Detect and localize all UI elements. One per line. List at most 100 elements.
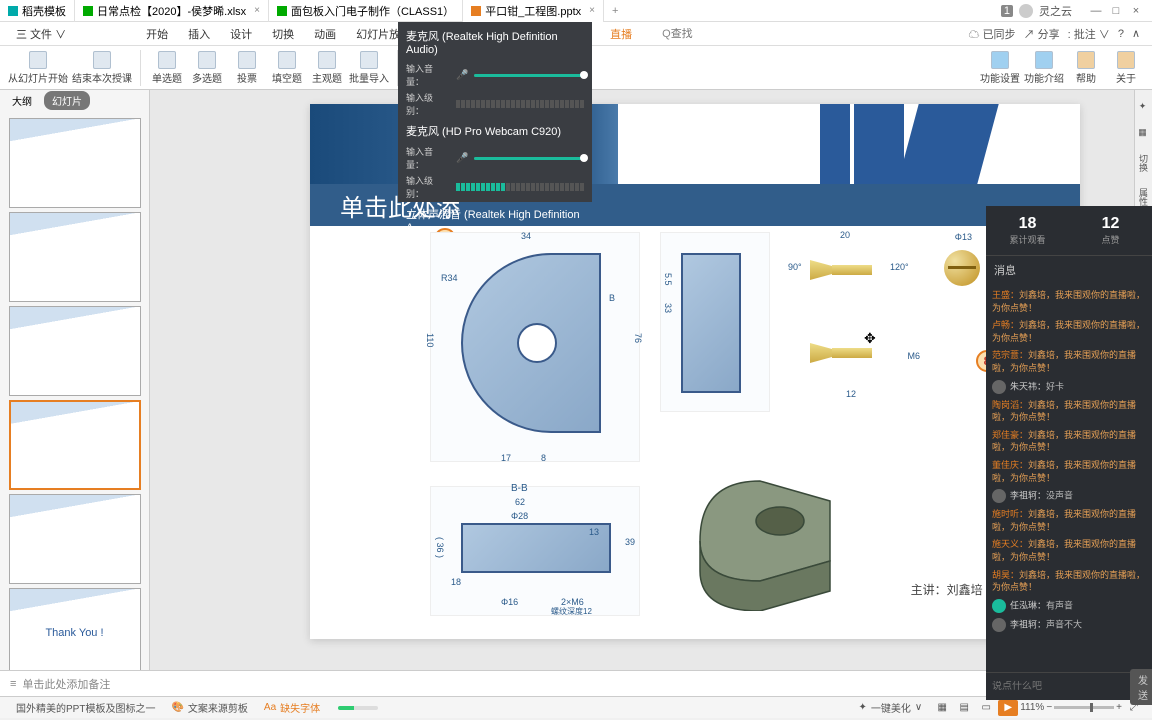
view-reading-icon[interactable]: ▭: [976, 700, 996, 716]
sb-beautify[interactable]: ✦ 一键美化 ∨: [851, 700, 931, 715]
slide-thumb[interactable]: [9, 306, 141, 396]
rb-vote[interactable]: 投票: [229, 51, 265, 85]
dim-label: B: [609, 293, 615, 303]
maximize-button[interactable]: □: [1108, 4, 1124, 18]
tab-outline[interactable]: 大纲: [4, 91, 40, 110]
zoom-out-button[interactable]: −: [1046, 702, 1052, 713]
volume-slider[interactable]: [474, 74, 584, 77]
progress-slider[interactable]: [338, 706, 378, 710]
vol-label: 输入音量：: [406, 62, 450, 88]
blank-icon: [278, 51, 296, 69]
sb-clipboard[interactable]: 🎨 文案来源剪板: [163, 700, 255, 715]
slide-thumb-selected[interactable]: [9, 400, 141, 490]
menu-file[interactable]: 三 文件 ∨: [6, 26, 76, 42]
tab-label: 日常点检【2020】-侯梦晞.xlsx: [97, 3, 246, 19]
dim-label: 110: [425, 333, 435, 347]
chat-message-list[interactable]: 王盛：刘鑫培，我来围观你的直播啦，为你点赞！卢畅：刘鑫培，我来围观你的直播啦，为…: [986, 284, 1152, 672]
dim-label: R34: [441, 273, 458, 283]
view-normal-icon[interactable]: ▦: [932, 700, 952, 716]
chat-message: 任泓琳：有声音: [992, 599, 1146, 613]
audio-device-1[interactable]: 麦克风 (Realtek High Definition Audio): [406, 28, 584, 56]
close-icon[interactable]: ×: [589, 5, 595, 16]
username[interactable]: 灵之云: [1039, 3, 1072, 19]
presenter: 主讲：刘鑫培: [911, 581, 983, 598]
audio-device-2[interactable]: 麦克风 (HD Pro Webcam C920): [406, 123, 584, 139]
share-button[interactable]: ↗ 分享: [1024, 26, 1060, 42]
tab-templates[interactable]: 稻壳模板: [0, 0, 75, 22]
audio-device-3[interactable]: 立体声混音 (Realtek High Definition A...: [406, 206, 584, 234]
chat-input-row: 发送: [986, 672, 1152, 700]
add-tab-button[interactable]: +: [604, 5, 626, 17]
rb-help[interactable]: 帮助: [1068, 51, 1104, 85]
titlebar-right: 1 灵之云 — □ ×: [1001, 3, 1152, 19]
slide-thumb[interactable]: [9, 494, 141, 584]
zoom-slider[interactable]: [1054, 706, 1114, 709]
rs-item[interactable]: 切换: [1137, 150, 1150, 176]
menu-live[interactable]: 直播: [600, 26, 642, 42]
rb-batch-import[interactable]: 批量导入: [349, 51, 389, 85]
chat-username: 郑佳豪：: [992, 430, 1028, 440]
slide-body: 10 8 34 R34 110 76 B 17 8 33: [310, 226, 1080, 606]
dim-label: 62: [515, 497, 525, 507]
slide-panel: 大纲 幻灯片 Thank You ! +: [0, 90, 150, 670]
rb-subjective[interactable]: 主观题: [309, 51, 345, 85]
rb-end-lecture[interactable]: 结束本次授课: [72, 51, 132, 85]
dim-label: 90°: [788, 262, 802, 272]
slide-thumb[interactable]: [9, 212, 141, 302]
view-sorter-icon[interactable]: ▤: [954, 700, 974, 716]
menu-animation[interactable]: 动画: [304, 26, 346, 42]
slide-thumb[interactable]: Thank You !: [9, 588, 141, 670]
pptx-icon: [471, 6, 481, 16]
rb-fill-blank[interactable]: 填空题: [269, 51, 305, 85]
zoom-in-button[interactable]: +: [1116, 702, 1122, 713]
minimize-button[interactable]: —: [1088, 4, 1104, 18]
menu-transition[interactable]: 切换: [262, 26, 304, 42]
rb-settings[interactable]: 功能设置: [980, 51, 1020, 85]
close-icon[interactable]: ×: [254, 5, 260, 16]
chat-username: 施时听：: [992, 509, 1028, 519]
sync-status[interactable]: ☁ 已同步: [969, 26, 1016, 42]
about-icon: [1117, 51, 1135, 69]
tab-active-pptx[interactable]: 平口钳_工程图.pptx×: [463, 0, 604, 22]
menu-design[interactable]: 设计: [220, 26, 262, 42]
menu-insert[interactable]: 插入: [178, 26, 220, 42]
rs-item[interactable]: ▦: [1139, 124, 1149, 142]
play-icon: [29, 51, 47, 69]
chat-send-button[interactable]: 发送: [1130, 669, 1152, 705]
notes-bar[interactable]: ≡ 单击此处添加备注: [0, 670, 1152, 696]
tab-class1[interactable]: 面包板入门电子制作（CLASS1）: [269, 0, 463, 22]
collapse-icon[interactable]: ∧: [1132, 27, 1140, 40]
rb-single-choice[interactable]: 单选题: [149, 51, 185, 85]
audio-settings-panel[interactable]: 麦克风 (Realtek High Definition Audio) 输入音量…: [398, 22, 592, 202]
dim-label: Φ13: [955, 232, 972, 242]
drawing-side-view: 33 5.5: [660, 232, 770, 412]
search-input[interactable]: [671, 28, 731, 40]
rb-start-from-slide[interactable]: 从幻灯片开始: [8, 51, 68, 85]
dim-label: 17: [501, 453, 511, 463]
slide-list[interactable]: Thank You ! +: [0, 110, 149, 670]
chat-message: 李祖轲：声音不大: [992, 618, 1146, 632]
avatar[interactable]: [1019, 4, 1033, 18]
close-button[interactable]: ×: [1128, 4, 1144, 18]
sb-missing-font[interactable]: Aa 缺失字体: [256, 700, 328, 715]
volume-slider[interactable]: [474, 157, 584, 160]
chat-input[interactable]: [992, 681, 1124, 692]
help-icon[interactable]: ?: [1118, 28, 1124, 40]
rb-features[interactable]: 功能介绍: [1024, 51, 1064, 85]
view-slideshow-icon[interactable]: ▶: [998, 700, 1018, 716]
rb-about[interactable]: 关于: [1108, 51, 1144, 85]
radio-icon: [158, 51, 176, 69]
import-icon: [360, 51, 378, 69]
rs-item[interactable]: ✦: [1139, 98, 1149, 116]
screw-head-circle: [944, 250, 980, 286]
rb-multi-choice[interactable]: 多选题: [189, 51, 225, 85]
chat-username: 陶岗滔：: [992, 400, 1028, 410]
pptx-icon: [277, 6, 287, 16]
dim-label: 5.5: [663, 273, 673, 286]
review-button[interactable]: : 批注 ∨: [1068, 26, 1110, 42]
vote-icon: [238, 51, 256, 69]
tab-xlsx[interactable]: 日常点检【2020】-侯梦晞.xlsx ×: [75, 0, 269, 22]
slide-thumb[interactable]: [9, 118, 141, 208]
tab-slides[interactable]: 幻灯片: [44, 91, 90, 110]
menu-home[interactable]: 开始: [136, 26, 178, 42]
